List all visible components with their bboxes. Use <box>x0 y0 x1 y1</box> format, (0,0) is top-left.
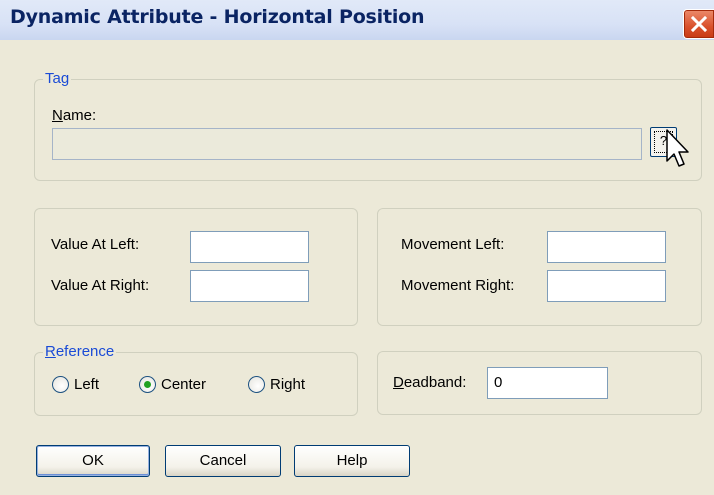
title-bar[interactable]: Dynamic Attribute - Horizontal Position <box>0 0 714 40</box>
movement-right-label: Movement Right: <box>401 277 515 294</box>
reference-right-label: Right <box>270 375 306 393</box>
window-title: Dynamic Attribute - Horizontal Position <box>10 6 425 28</box>
movement-left-label: Movement Left: <box>401 236 505 253</box>
deadband-label: Deadband: <box>393 374 466 392</box>
reference-center-radio[interactable]: Center <box>139 373 206 395</box>
browse-tag-label: ? <box>659 133 668 148</box>
radio-unchecked-icon <box>248 375 265 393</box>
reference-legend: Reference <box>43 343 117 361</box>
deadband-input[interactable]: 0 <box>487 367 608 399</box>
name-label-rest: ame: <box>62 107 97 124</box>
reference-right-radio[interactable]: Right <box>248 373 305 395</box>
movement-right-input[interactable] <box>547 270 666 302</box>
reference-left-radio[interactable]: Left <box>52 373 99 395</box>
close-icon <box>690 15 708 33</box>
reference-legend-mnemonic: R <box>45 343 56 360</box>
tag-legend: Tag <box>43 70 72 88</box>
values-group <box>34 208 358 326</box>
close-button[interactable] <box>683 9 714 39</box>
movement-group <box>377 208 702 326</box>
name-label: Name: <box>52 107 96 125</box>
reference-center-label: Center <box>161 375 207 393</box>
deadband-label-mnemonic: D <box>393 374 404 391</box>
reference-left-label: Left <box>74 375 100 393</box>
value-at-right-input[interactable] <box>190 270 309 302</box>
radio-unchecked-icon <box>52 375 69 393</box>
help-button[interactable]: Help <box>294 445 410 477</box>
movement-left-input[interactable] <box>547 231 666 263</box>
value-at-left-label: Value At Left: <box>51 236 140 253</box>
value-at-left-input[interactable] <box>190 231 309 263</box>
tag-name-input[interactable] <box>52 128 642 160</box>
deadband-label-rest: eadband: <box>403 374 467 391</box>
value-at-right-label: Value At Right: <box>51 277 150 294</box>
radio-checked-icon <box>139 375 156 393</box>
cancel-button[interactable]: Cancel <box>165 445 281 477</box>
ok-button[interactable]: OK <box>36 445 150 477</box>
dialog-body: Tag Name: ? Value At Left: Value At Righ… <box>0 40 714 495</box>
name-label-mnemonic: N <box>52 107 63 124</box>
reference-legend-rest: eference <box>55 343 115 360</box>
browse-tag-button[interactable]: ? <box>650 127 677 157</box>
